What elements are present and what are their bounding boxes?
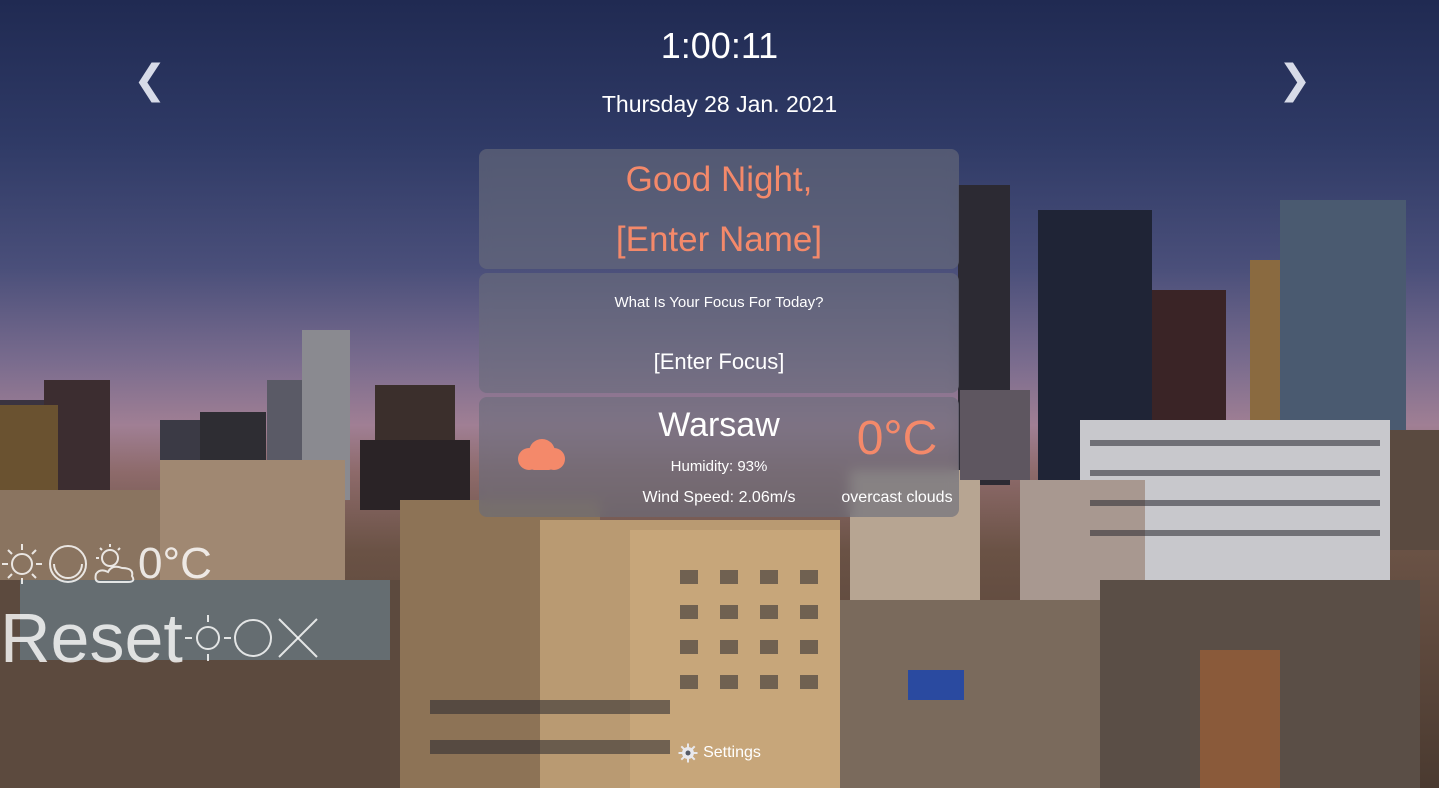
side-temperature: 0°C	[138, 539, 212, 588]
settings-button[interactable]: Settings	[678, 742, 761, 764]
weather-humidity: Humidity: 93%	[670, 458, 768, 475]
weather-temperature: 0°C	[856, 412, 938, 465]
reset-button[interactable]: Reset	[0, 598, 183, 678]
name-input[interactable]: [Enter Name]	[479, 218, 959, 262]
focus-question: What Is Your Focus For Today?	[614, 294, 824, 311]
weather-wind-speed: Wind Speed: 2.06m/s	[642, 489, 796, 506]
reset-row: Reset	[0, 598, 323, 678]
weather-panel: Warsaw Humidity: 93% Wind Speed: 2.06m/s…	[479, 397, 959, 517]
close-icon[interactable]	[273, 613, 323, 663]
weather-city: Warsaw	[658, 406, 780, 444]
clock-date: Thursday 28 Jan. 2021	[601, 91, 838, 117]
gear-icon	[678, 743, 698, 763]
moon-outline-icon	[233, 619, 272, 657]
cloud-icon	[518, 439, 565, 470]
settings-bar: Settings	[0, 742, 1439, 764]
clock-time: 1:00:11	[660, 25, 779, 66]
partly-cloudy-icon	[94, 544, 135, 583]
settings-label: Settings	[703, 744, 761, 761]
side-weather-widget: 0°C	[0, 539, 212, 589]
weather-description: overcast clouds	[841, 489, 953, 506]
moon-outline-icon	[49, 545, 87, 583]
greeting-panel: Good Night, [Enter Name]	[479, 149, 959, 269]
greeting-salutation: Good Night,	[625, 160, 813, 199]
sun-outline-icon	[184, 615, 231, 661]
sun-outline-icon	[2, 544, 42, 584]
focus-input[interactable]: [Enter Focus]	[479, 348, 959, 376]
focus-panel: What Is Your Focus For Today? [Enter Foc…	[479, 273, 959, 393]
